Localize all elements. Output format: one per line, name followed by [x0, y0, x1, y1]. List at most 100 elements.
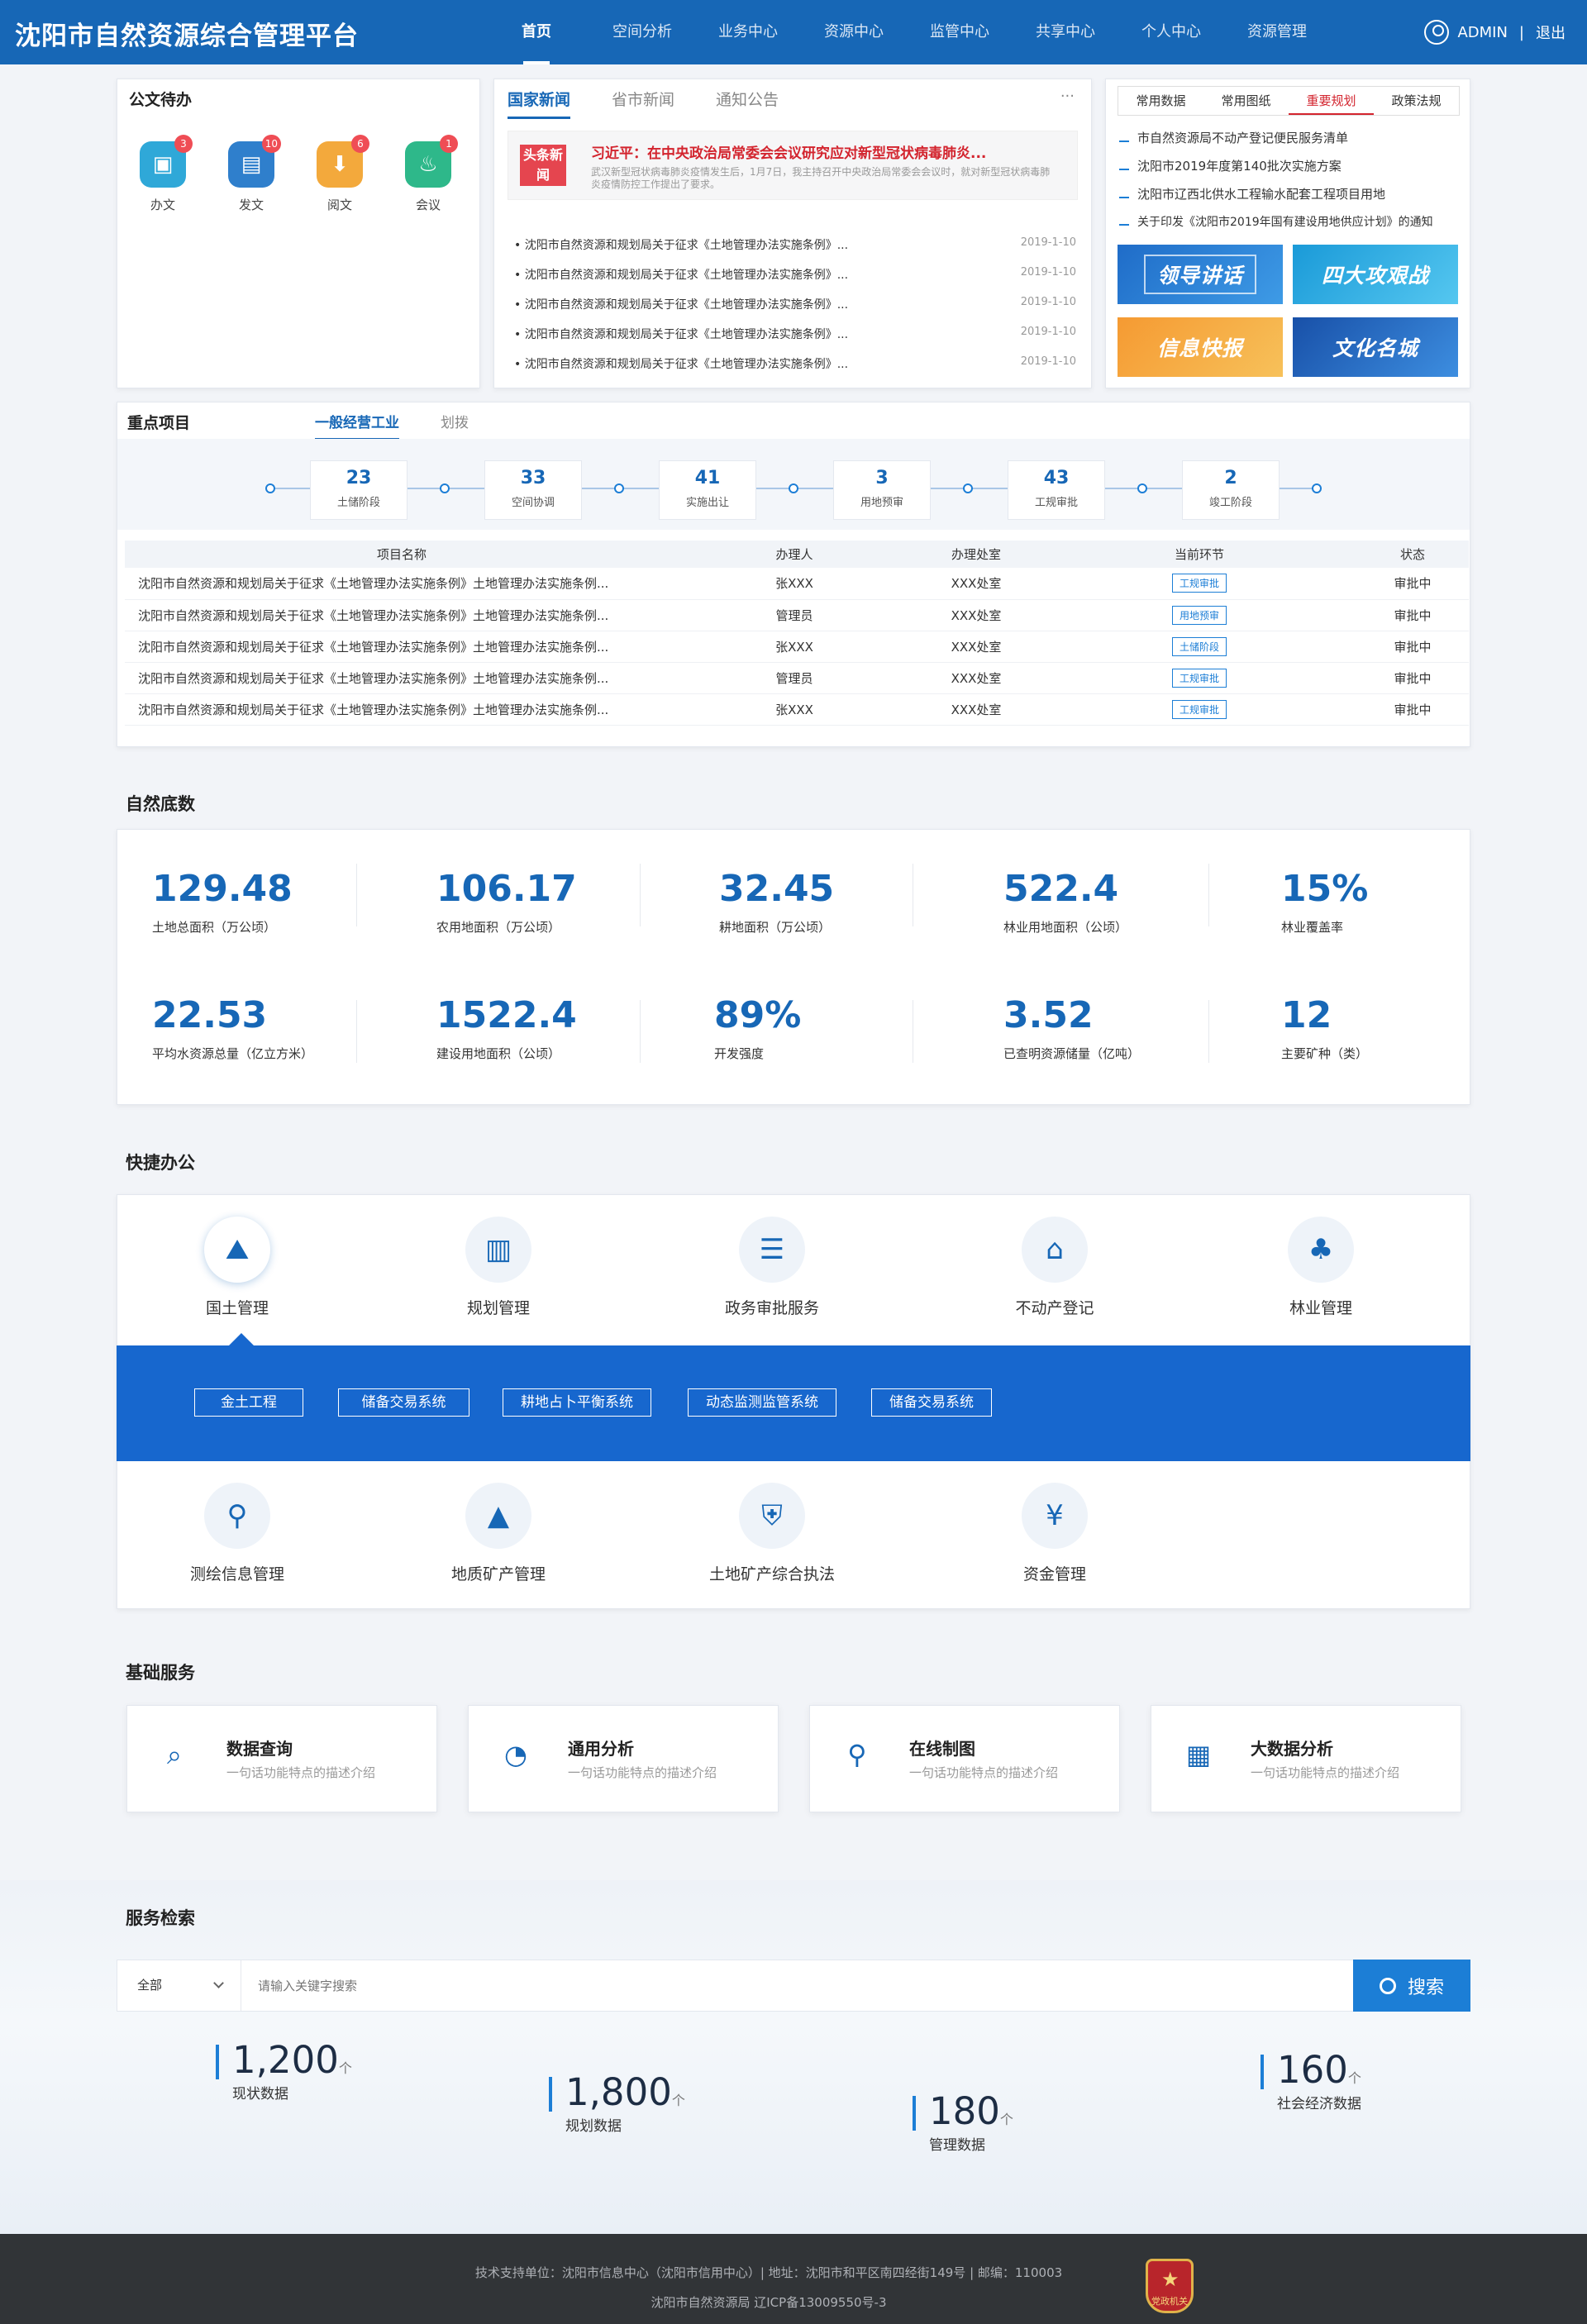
- divider: [1208, 1000, 1209, 1063]
- col-current-step: 当前环节: [1042, 541, 1356, 568]
- sub-farmland-balance[interactable]: 耕地占卜平衡系统: [503, 1388, 651, 1417]
- handler: 张XXX: [679, 693, 910, 726]
- table-row[interactable]: 沈阳市自然资源和规划局关于征求《土地管理办法实施条例》土地管理办法实施条例...…: [125, 568, 1469, 600]
- quick-planning-management[interactable]: ▥ 规划管理: [407, 1217, 589, 1318]
- kb-link[interactable]: 沈阳市2019年度第140批次实施方案: [1119, 157, 1342, 174]
- service-online-mapping[interactable]: ⚲ 在线制图 一句话功能特点的描述介绍: [809, 1705, 1120, 1812]
- tab-general-industry[interactable]: 一般经营工业: [315, 411, 399, 441]
- count-planning-data: 1,800个 规划数据: [549, 2070, 685, 2135]
- service-general-analysis[interactable]: ◔ 通用分析 一句话功能特点的描述介绍: [468, 1705, 779, 1812]
- search-scope-select[interactable]: 全部: [117, 1960, 241, 2011]
- headline-box[interactable]: 头条新闻 习近平：在中央政治局常委会会议研究应对新型冠状病毒肺炎... 武汉新型…: [508, 131, 1078, 200]
- accent-bar: [913, 2096, 916, 2131]
- news-date: 2019-1-10: [1020, 266, 1076, 279]
- search-input[interactable]: [258, 1974, 1167, 1998]
- table-row[interactable]: 沈阳市自然资源和规划局关于征求《土地管理办法实施条例》土地管理办法实施条例...…: [125, 693, 1469, 726]
- stat-value: 129.48: [152, 868, 293, 910]
- tab-notices[interactable]: 通知公告: [716, 88, 779, 119]
- step-spatial-coordination[interactable]: 33 空间协调: [484, 460, 582, 520]
- nav-item-supervision[interactable]: 监管中心: [907, 0, 1013, 64]
- news-list-item[interactable]: • 沈阳市自然资源和规划局关于征求《土地管理办法实施条例》... 2019-1-1…: [514, 355, 1076, 372]
- search-button[interactable]: 搜索: [1353, 1960, 1470, 2012]
- banner-cultural-city[interactable]: 文化名城: [1293, 317, 1458, 377]
- step-tag: 工规审批: [1171, 668, 1227, 688]
- tab-allocation[interactable]: 划拨: [441, 411, 469, 441]
- nav-item-business[interactable]: 业务中心: [695, 0, 801, 64]
- quick-fund-management[interactable]: ¥ 资金管理: [964, 1483, 1146, 1584]
- handler: 张XXX: [679, 568, 910, 600]
- todo-item-handle[interactable]: ▣ 3 办文: [138, 135, 193, 213]
- step-count: 33: [520, 468, 546, 488]
- nav-item-personal[interactable]: 个人中心: [1118, 0, 1224, 64]
- news-more-button[interactable]: ···: [1060, 88, 1075, 105]
- banner-label: 四大攻艰战: [1321, 264, 1429, 288]
- banner-four-battles[interactable]: 四大攻艰战: [1293, 245, 1458, 304]
- news-list-item[interactable]: • 沈阳市自然资源和规划局关于征求《土地管理办法实施条例》... 2019-1-1…: [514, 296, 1076, 312]
- service-desc: 一句话功能特点的描述介绍: [909, 1765, 1059, 1780]
- banner-leader-speech[interactable]: 领导讲话: [1118, 245, 1283, 304]
- sub-reserve-trading-2[interactable]: 储备交易系统: [871, 1388, 992, 1417]
- table-row[interactable]: 沈阳市自然资源和规划局关于征求《土地管理办法实施条例》土地管理办法实施条例...…: [125, 599, 1469, 631]
- todo-item-read[interactable]: ⬇ 6 阅文: [315, 135, 369, 213]
- sub-reserve-trading[interactable]: 储备交易系统: [338, 1388, 469, 1417]
- quick-law-enforcement[interactable]: ⛨ 土地矿产综合执法: [681, 1483, 863, 1584]
- kb-link[interactable]: 市自然资源局不动产登记便民服务清单: [1119, 129, 1348, 146]
- quick-land-management[interactable]: ⛰ 国土管理: [146, 1217, 328, 1318]
- quick-gov-approval[interactable]: ☰ 政务审批服务: [681, 1217, 863, 1318]
- stat-farmland-area: 106.17 农用地面积（万公顷）: [436, 868, 577, 936]
- banner-info-express[interactable]: 信息快报: [1118, 317, 1283, 377]
- news-list-item[interactable]: • 沈阳市自然资源和规划局关于征求《土地管理办法实施条例》... 2019-1-1…: [514, 236, 1076, 253]
- nav-item-sharing[interactable]: 共享中心: [1013, 0, 1118, 64]
- sub-dynamic-monitoring[interactable]: 动态监测监管系统: [688, 1388, 836, 1417]
- news-date: 2019-1-10: [1020, 236, 1076, 249]
- news-list-item[interactable]: • 沈阳市自然资源和规划局关于征求《土地管理办法实施条例》... 2019-1-1…: [514, 266, 1076, 283]
- project-name: 沈阳市自然资源和规划局关于征求《土地管理办法实施条例》土地管理办法实施条例...: [125, 662, 679, 694]
- quick-survey-mapping[interactable]: ⚲ 测绘信息管理: [146, 1483, 328, 1584]
- tab-common-data[interactable]: 常用数据: [1118, 87, 1203, 115]
- step-engineering-approval[interactable]: 43 工规审批: [1008, 460, 1105, 520]
- quick-geology-mining[interactable]: ▲ 地质矿产管理: [407, 1483, 589, 1584]
- table-header-row: 项目名称 办理人 办理处室 当前环节 状态: [125, 541, 1469, 568]
- tab-policies[interactable]: 政策法规: [1374, 87, 1459, 115]
- download-icon: [1119, 216, 1129, 226]
- user-avatar-icon[interactable]: [1424, 20, 1450, 45]
- search-scope-value: 全部: [137, 1978, 163, 1993]
- sub-jintu-project[interactable]: 金土工程: [194, 1388, 303, 1417]
- analysis-icon: ◔: [504, 1739, 527, 1770]
- todo-item-meeting[interactable]: ♨ 1 会议: [403, 135, 458, 213]
- step-dot: [265, 483, 275, 493]
- stat-label: 土地总面积（万公顷）: [152, 920, 277, 935]
- party-gov-badge[interactable]: ★ 党政机关: [1146, 2259, 1194, 2313]
- username[interactable]: ADMIN: [1457, 24, 1507, 41]
- news-list-item[interactable]: • 沈阳市自然资源和规划局关于征求《土地管理办法实施条例》... 2019-1-1…: [514, 326, 1076, 342]
- step-land-pre-review[interactable]: 3 用地预审: [833, 460, 931, 520]
- quick-forestry[interactable]: ♣ 林业管理: [1230, 1217, 1412, 1318]
- nav-item-spatial[interactable]: 空间分析: [589, 0, 695, 64]
- step-transfer[interactable]: 41 实施出让: [659, 460, 756, 520]
- service-data-query[interactable]: ⌕ 数据查询 一句话功能特点的描述介绍: [126, 1705, 437, 1812]
- logout-link[interactable]: 退出: [1536, 21, 1566, 43]
- headline-tag: 头条新闻: [520, 145, 566, 186]
- table-row[interactable]: 沈阳市自然资源和规划局关于征求《土地管理办法实施条例》土地管理办法实施条例...…: [125, 631, 1469, 663]
- tab-key-plans[interactable]: 重要规划: [1289, 87, 1374, 115]
- nav-item-home[interactable]: 首页: [484, 0, 589, 64]
- project-name: 沈阳市自然资源和规划局关于征求《土地管理办法实施条例》土地管理办法实施条例...: [125, 599, 679, 631]
- quick-real-estate[interactable]: ⌂ 不动产登记: [964, 1217, 1146, 1318]
- todo-item-send[interactable]: ▤ 10 发文: [226, 135, 281, 213]
- kb-link[interactable]: 沈阳市辽西北供水工程输水配套工程项目用地: [1119, 185, 1385, 202]
- tab-national-news[interactable]: 国家新闻: [508, 88, 571, 119]
- step-land-storage[interactable]: 23 土储阶段: [310, 460, 407, 520]
- tab-province-news[interactable]: 省市新闻: [612, 88, 674, 119]
- tab-common-drawings[interactable]: 常用图纸: [1203, 87, 1289, 115]
- table-row[interactable]: 沈阳市自然资源和规划局关于征求《土地管理办法实施条例》土地管理办法实施条例...…: [125, 662, 1469, 694]
- service-big-data[interactable]: ▦ 大数据分析 一句话功能特点的描述介绍: [1151, 1705, 1461, 1812]
- nav-item-resource[interactable]: 资源中心: [801, 0, 907, 64]
- office: XXX处室: [910, 631, 1042, 663]
- kb-link[interactable]: 关于印发《沈阳市2019年国有建设用地供应计划》的通知: [1119, 213, 1433, 230]
- quick-label: 林业管理: [1289, 1299, 1352, 1317]
- service-title: 数据查询: [226, 1739, 293, 1759]
- quick-label: 政务审批服务: [724, 1299, 819, 1317]
- nav-item-resource-mgmt[interactable]: 资源管理: [1224, 0, 1330, 64]
- step-completion[interactable]: 2 竣工阶段: [1182, 460, 1280, 520]
- stat-label: 林业覆盖率: [1281, 920, 1344, 935]
